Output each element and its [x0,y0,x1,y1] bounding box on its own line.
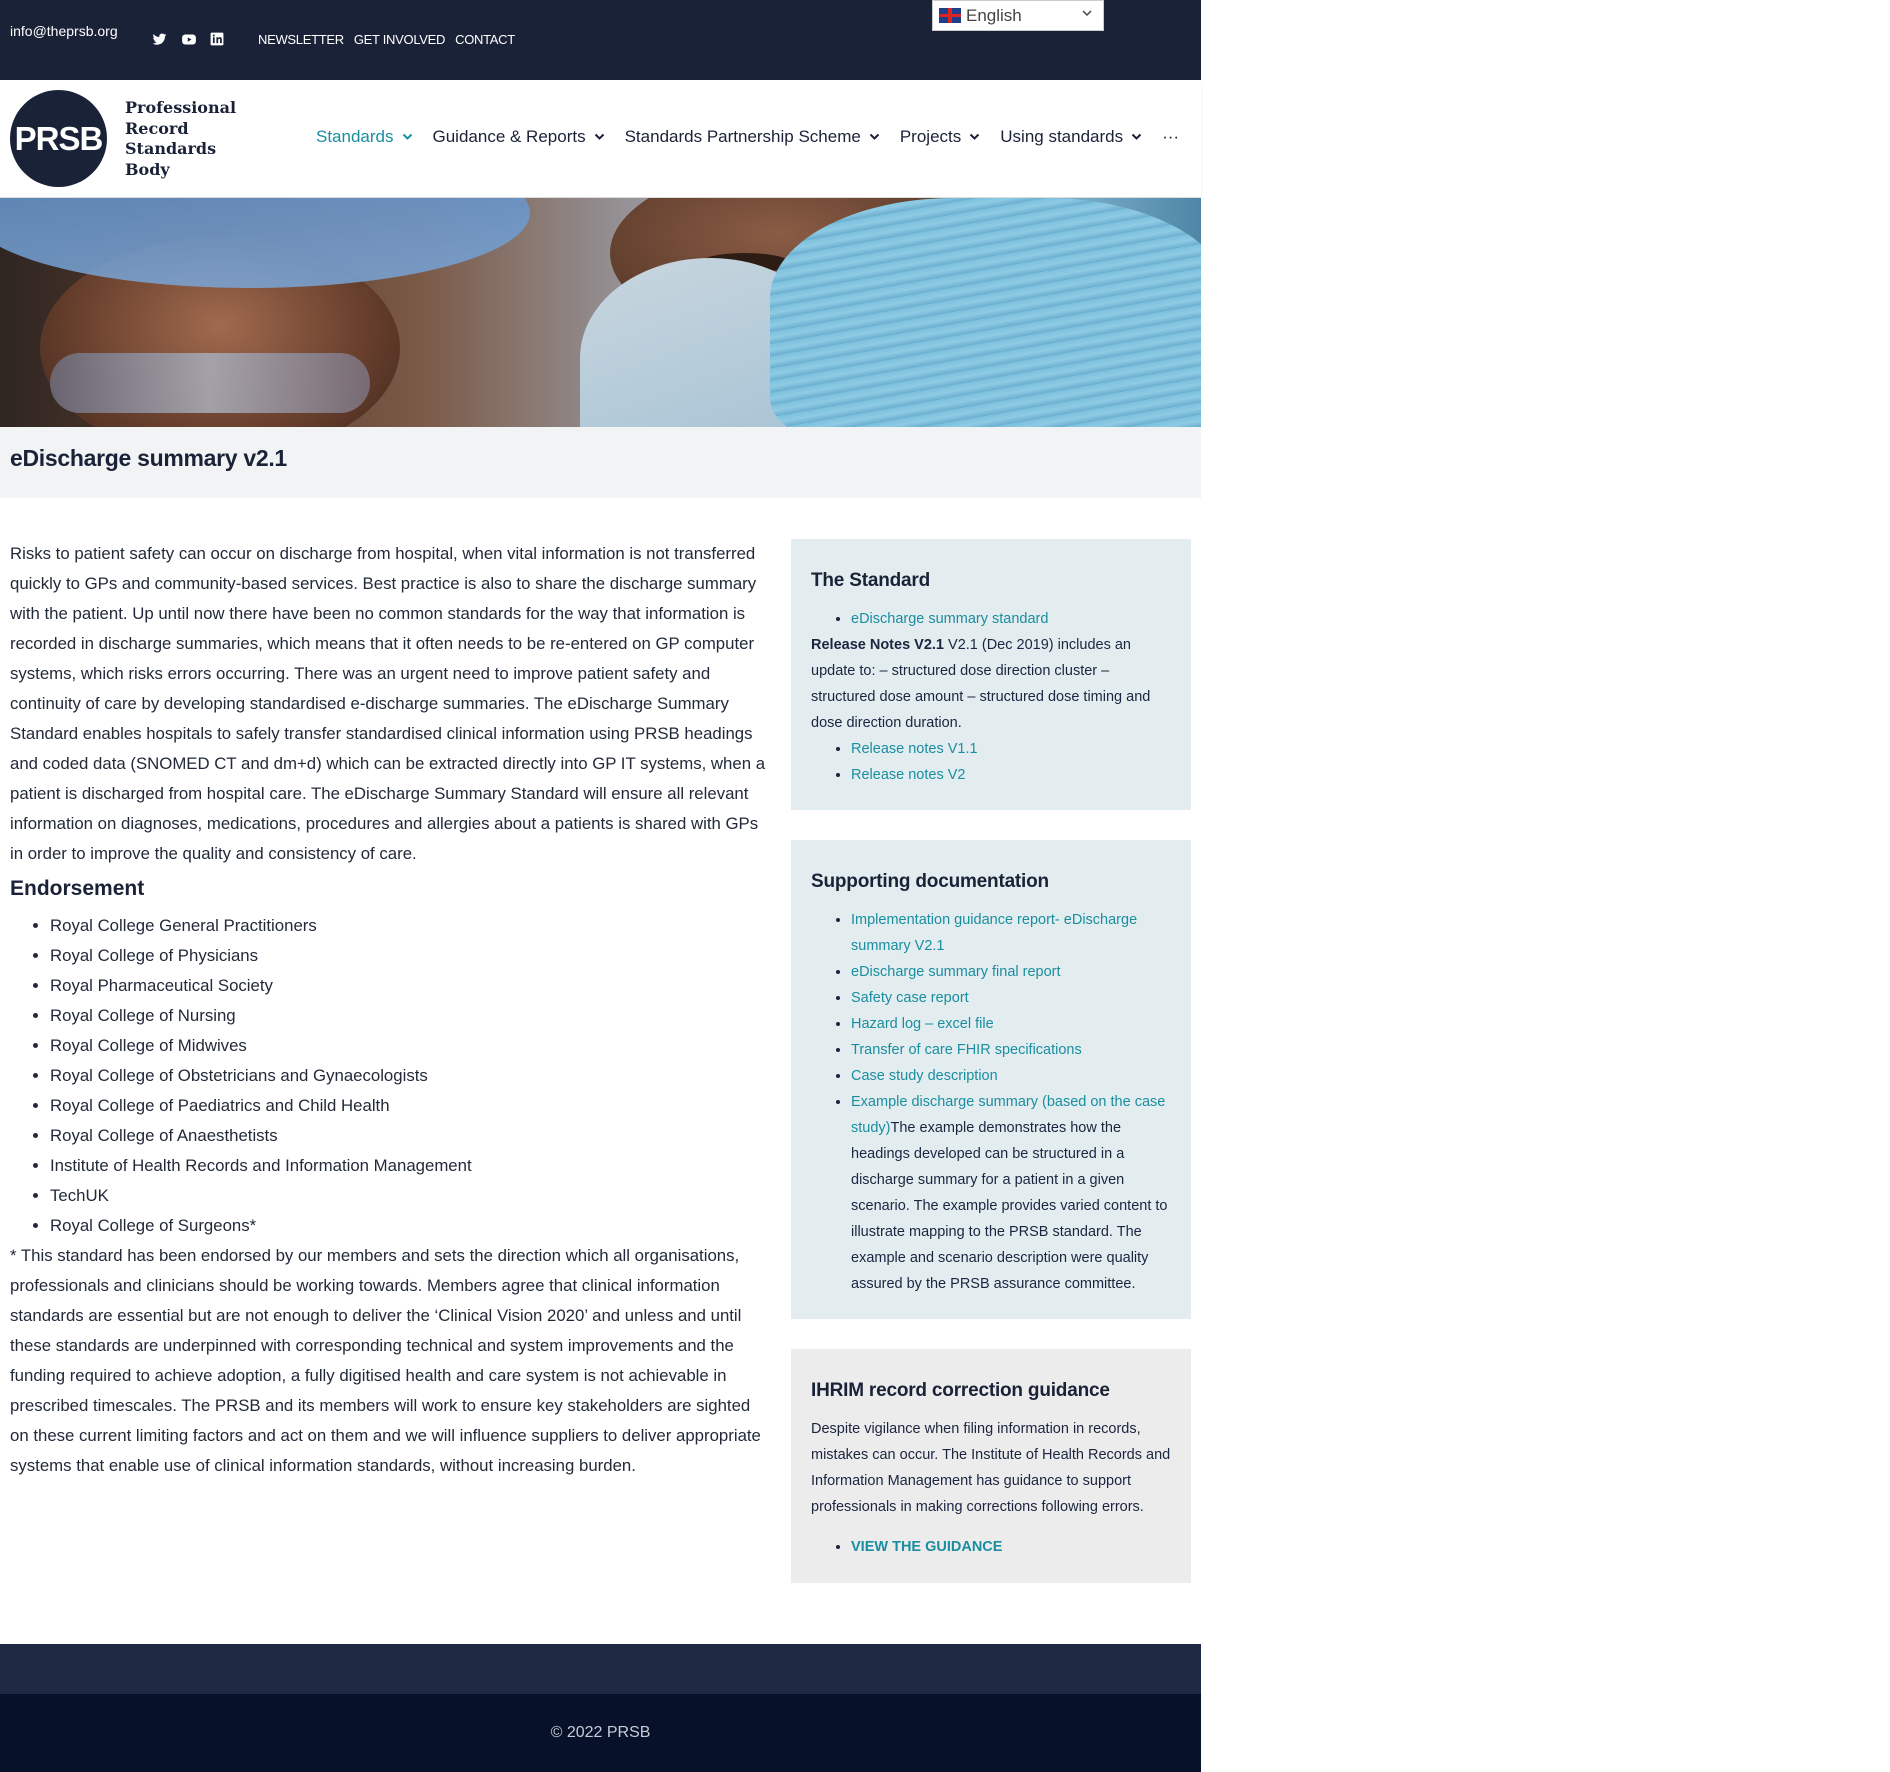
hazard-log-link[interactable]: Hazard log – excel file [851,1016,994,1032]
chevron-down-icon [1081,6,1093,22]
hero-image [0,198,1201,427]
nav-label: Projects [899,127,962,146]
endorsement-heading: Endorsement [10,877,145,900]
edischarge-standard-link[interactable]: eDischarge summary standard [851,611,1048,627]
nav-item-using-standards[interactable]: Using standards [1000,127,1142,147]
endorsement-footnote: * This standard has been endorsed by our… [10,1246,761,1475]
list-item: Royal College of Obstetricians and Gynae… [50,1061,770,1091]
social-links [152,32,225,47]
language-select[interactable]: English [932,0,1104,31]
nav-label: Guidance & Reports [432,127,586,146]
list-item: Release notes V1.1 [851,736,1171,762]
safety-case-link[interactable]: Safety case report [851,990,969,1006]
contact-email-link[interactable]: info@theprsb.org [10,16,120,46]
hero-glasses-shape [50,353,370,413]
footer-band [0,1644,1201,1694]
list-item: Royal Pharmaceutical Society [50,971,770,1001]
list-item: Hazard log – excel file [851,1011,1171,1037]
chevron-down-icon [594,130,605,144]
linkedin-icon[interactable] [210,32,225,47]
get-involved-link[interactable]: GET INVOLVED [354,32,446,47]
nav-label: Using standards [1000,127,1124,146]
endorsement-list: Royal College General Practitioners Roya… [10,911,770,1241]
hero-cap-shape [0,198,530,288]
youtube-icon[interactable] [181,32,196,47]
release-notes-v1-1-link[interactable]: Release notes V1.1 [851,741,978,757]
main-nav: Standards Guidance & Reports Standards P… [316,127,1199,147]
chevron-down-icon [869,130,880,144]
list-item: Royal College of Physicians [50,941,770,971]
standard-links: eDischarge summary standard [811,606,1171,632]
uk-flag-icon [939,8,961,23]
list-item: Safety case report [851,985,1171,1011]
example-description: The example demonstrates how the heading… [851,1120,1168,1292]
ihrim-heading: IHRIM record correction guidance [811,1380,1110,1401]
nav-item-standards[interactable]: Standards [316,127,413,147]
list-item: eDischarge summary standard [851,606,1171,632]
footer-bottom: © 2022 PRSB [0,1694,1201,1772]
list-item: Royal College of Midwives [50,1031,770,1061]
release-notes-text: Release Notes V2.1 V2.1 (Dec 2019) inclu… [811,632,1171,736]
release-links: Release notes V1.1 Release notes V2 [811,736,1171,788]
release-notes-v2-link[interactable]: Release notes V2 [851,767,965,783]
ihrim-text: Despite vigilance when filing informatio… [811,1421,1171,1515]
page-title: eDischarge summary v2.1 [10,445,287,471]
fhir-specifications-link[interactable]: Transfer of care FHIR specifications [851,1042,1082,1058]
list-item: Royal College of Surgeons* [50,1211,770,1241]
list-item: TechUK [50,1181,770,1211]
list-item: Case study description [851,1063,1171,1089]
site-header: PRSB Professional Record Standards Body … [0,80,1201,198]
logo-line: Standards [125,139,217,158]
prsb-logo[interactable]: PRSB [10,90,107,187]
list-item: Transfer of care FHIR specifications [851,1037,1171,1063]
standard-heading: The Standard [811,570,931,591]
case-study-link[interactable]: Case study description [851,1068,998,1084]
copyright-text: © 2022 PRSB [550,1724,651,1741]
implementation-guidance-link[interactable]: Implementation guidance report- eDischar… [851,912,1137,954]
language-selected: English [966,6,1022,25]
release-notes-bold: Release Notes V2.1 [811,637,944,653]
logo-line: Record [125,118,189,138]
chevron-down-icon [969,130,980,144]
ihrim-panel: IHRIM record correction guidance Despite… [791,1349,1191,1583]
main-content: Risks to patient safety can occur on dis… [10,539,770,1481]
title-band: eDischarge summary v2.1 [0,427,1201,498]
nav-item-standards-partnership-scheme[interactable]: Standards Partnership Scheme [625,127,880,147]
list-item: Implementation guidance report- eDischar… [851,907,1171,959]
ihrim-links: VIEW THE GUIDANCE [811,1534,1171,1560]
final-report-link[interactable]: eDischarge summary final report [851,964,1061,980]
logo-line: Body [125,159,170,179]
list-item: Institute of Health Records and Informat… [50,1151,770,1181]
list-item: Royal College of Paediatrics and Child H… [50,1091,770,1121]
chevron-down-icon [1131,130,1142,144]
logo-line: Professional [125,98,237,117]
contact-link[interactable]: CONTACT [455,32,515,47]
supporting-heading: Supporting documentation [811,871,1049,892]
nav-label: Standards [316,127,394,146]
list-item: Royal College of Anaesthetists [50,1121,770,1151]
standard-panel: The Standard eDischarge summary standard… [791,539,1191,810]
nav-item-projects[interactable]: Projects [900,127,980,147]
chevron-down-icon [402,130,413,144]
list-item: VIEW THE GUIDANCE [851,1534,1171,1560]
hero-mask-shape [770,198,1201,427]
list-item: Royal College of Nursing [50,1001,770,1031]
top-links: NEWSLETTER GET INVOLVED CONTACT [258,32,515,47]
twitter-icon[interactable] [152,32,167,47]
supporting-documentation-panel: Supporting documentation Implementation … [791,840,1191,1319]
list-item: Royal College General Practitioners [50,911,770,941]
intro-paragraph: Risks to patient safety can occur on dis… [10,544,766,863]
newsletter-link[interactable]: NEWSLETTER [258,32,344,47]
view-guidance-link[interactable]: VIEW THE GUIDANCE [851,1539,1002,1555]
nav-label: Standards Partnership Scheme [624,127,861,146]
list-item: Release notes V2 [851,762,1171,788]
nav-more-button[interactable]: ··· [1162,127,1179,147]
list-item: eDischarge summary final report [851,959,1171,985]
logo-wordmark[interactable]: Professional Record Standards Body [125,98,245,180]
nav-item-guidance-reports[interactable]: Guidance & Reports [433,127,605,147]
supporting-links: Implementation guidance report- eDischar… [811,907,1171,1297]
list-item: Example discharge summary (based on the … [851,1089,1171,1297]
